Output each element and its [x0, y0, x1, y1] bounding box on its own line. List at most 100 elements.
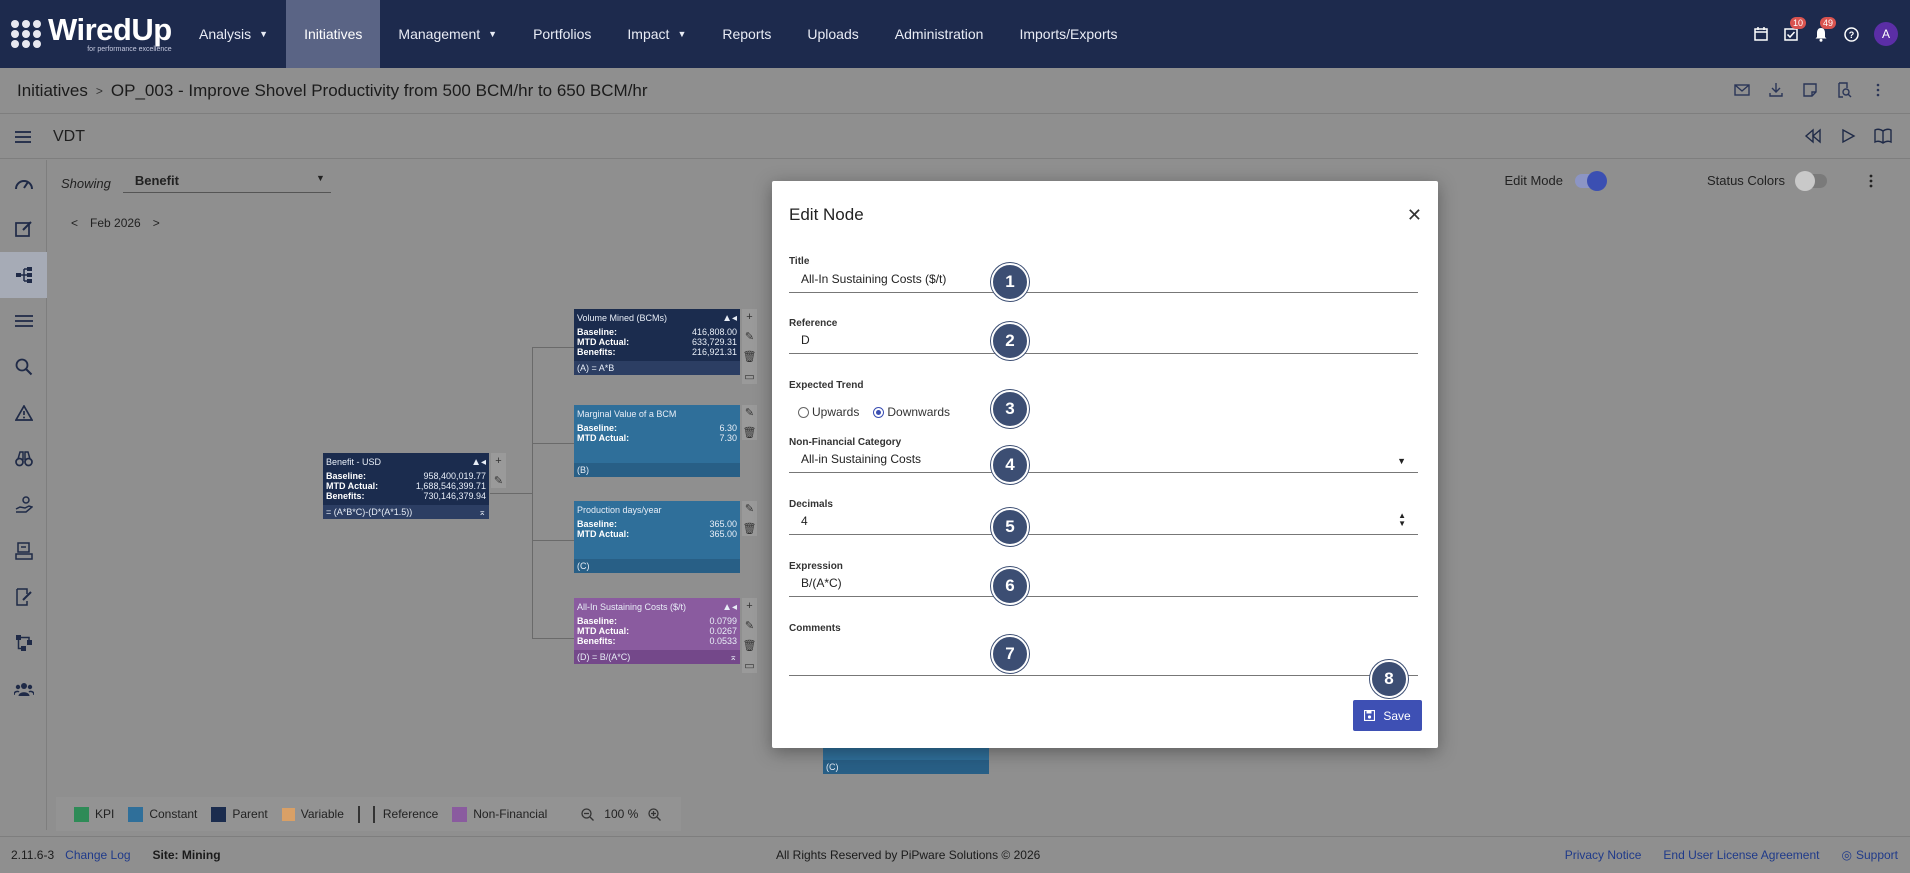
title-field[interactable]: All-In Sustaining Costs ($/t): [789, 271, 1418, 293]
status-colors-toggle[interactable]: Status Colors: [1707, 170, 1827, 191]
save-button[interactable]: Save: [1353, 700, 1422, 731]
logo-dots-icon: [11, 20, 42, 48]
sidebar-hand-coin-icon[interactable]: [0, 482, 47, 528]
trend-upwards-radio[interactable]: Upwards: [798, 405, 859, 419]
sidebar-signed-doc-icon[interactable]: [0, 574, 47, 620]
collapse-icon[interactable]: ⌅: [478, 507, 486, 518]
nav-administration[interactable]: Administration: [877, 0, 1002, 68]
tasks-icon[interactable]: 10: [1776, 0, 1807, 68]
period-navigator: < Feb 2026 >: [71, 216, 160, 230]
more-vertical-icon[interactable]: [1870, 82, 1886, 98]
showing-select[interactable]: Benefit ▼: [122, 173, 331, 193]
rewind-icon[interactable]: [1804, 128, 1822, 144]
zoom-out-icon[interactable]: [581, 807, 595, 821]
status-colors-switch[interactable]: [1795, 170, 1827, 191]
zoom-in-icon[interactable]: [648, 807, 662, 821]
sidebar-register-icon[interactable]: [0, 528, 47, 574]
nav-uploads[interactable]: Uploads: [789, 0, 876, 68]
sidebar-dashboard-icon[interactable]: [0, 160, 47, 206]
sidebar-edit-icon[interactable]: [0, 206, 47, 252]
delete-icon[interactable]: 🗑: [742, 521, 757, 536]
stepper-arrows-icon[interactable]: ▲ ▼: [1398, 512, 1406, 528]
book-icon[interactable]: ▭: [742, 658, 757, 673]
edit-icon[interactable]: ✎: [742, 405, 757, 420]
reference-field[interactable]: D: [789, 332, 1418, 354]
category-label: Non-Financial Category: [789, 437, 902, 448]
radio-circle[interactable]: [873, 406, 885, 418]
breadcrumb-root[interactable]: Initiatives: [17, 81, 88, 101]
chart-icon[interactable]: ▲◂: [471, 457, 486, 468]
node-volume-mined[interactable]: Volume Mined (BCMs) ▲◂ Baseline: 416,808.0…: [574, 309, 740, 375]
wiredup-logo[interactable]: WiredUp for performance excellence: [11, 0, 181, 68]
help-icon[interactable]: ?: [1836, 0, 1866, 68]
nav-impact[interactable]: Impact ▼: [609, 0, 704, 68]
comments-field[interactable]: [789, 646, 1418, 676]
tasks-badge: 10: [1790, 17, 1807, 29]
play-icon[interactable]: [1840, 128, 1856, 144]
category-select[interactable]: All-in Sustaining Costs ▼: [789, 451, 1418, 473]
expand-icon[interactable]: ⌅: [729, 652, 737, 663]
privacy-notice-link[interactable]: Privacy Notice: [1565, 848, 1642, 862]
nav-analysis[interactable]: Analysis ▼: [181, 0, 286, 68]
close-icon[interactable]: ✕: [1407, 205, 1422, 226]
edit-icon[interactable]: ✎: [742, 501, 757, 516]
add-icon[interactable]: +: [742, 598, 757, 613]
node-benefit[interactable]: Benefit - USD ▲◂ Baseline: 958,400,019.77 …: [323, 453, 489, 519]
chart-icon[interactable]: ▲◂: [722, 313, 737, 324]
book-icon[interactable]: ▭: [742, 369, 757, 384]
add-icon[interactable]: +: [742, 309, 757, 324]
hamburger-menu-icon[interactable]: [15, 130, 31, 144]
edit-icon[interactable]: ✎: [742, 329, 757, 344]
previous-period-icon[interactable]: <: [71, 216, 78, 230]
bell-icon[interactable]: 49: [1806, 0, 1837, 68]
decimals-stepper[interactable]: 4 ▲ ▼: [789, 512, 1418, 535]
calendar-icon[interactable]: [1746, 0, 1776, 68]
expression-field[interactable]: B/(A*C): [789, 575, 1418, 597]
chart-icon[interactable]: ▲◂: [722, 602, 737, 613]
edit-icon[interactable]: ✎: [742, 618, 757, 633]
change-log-link[interactable]: Change Log: [65, 848, 130, 862]
node-all-in-sustaining-costs[interactable]: All-In Sustaining Costs ($/t) ▲◂ Baseline…: [574, 598, 740, 664]
sidebar-warning-icon[interactable]: [0, 390, 47, 436]
sidebar-users-icon[interactable]: [0, 666, 47, 712]
note-icon[interactable]: [1802, 82, 1818, 98]
edit-mode-switch[interactable]: [1575, 170, 1607, 191]
caret-down-icon: ▼: [315, 173, 325, 183]
node-title: Benefit - USD: [326, 457, 382, 467]
email-icon[interactable]: [1734, 82, 1750, 98]
nav-portfolios[interactable]: Portfolios: [515, 0, 609, 68]
edit-icon[interactable]: ✎: [491, 473, 506, 488]
node-marginal-value[interactable]: Marginal Value of a BCM Baseline: 6.30 MT…: [574, 405, 740, 477]
expected-trend-radio-group: Upwards Downwards: [798, 405, 950, 419]
nav-reports[interactable]: Reports: [704, 0, 789, 68]
sidebar-list-icon[interactable]: [0, 298, 47, 344]
sidebar-tree-icon[interactable]: [0, 252, 47, 298]
delete-icon[interactable]: 🗑: [742, 349, 757, 364]
add-icon[interactable]: +: [491, 453, 506, 468]
edit-mode-toggle[interactable]: Edit Mode: [1504, 170, 1607, 191]
sidebar-search-icon[interactable]: [0, 344, 47, 390]
node-production-days[interactable]: Production days/year Baseline: 365.00 MTD…: [574, 501, 740, 573]
sidebar-flow-icon[interactable]: [0, 620, 47, 666]
delete-icon[interactable]: 🗑: [742, 638, 757, 653]
nav-imports-exports[interactable]: Imports/Exports: [1001, 0, 1135, 68]
download-icon[interactable]: [1768, 82, 1784, 98]
legend-label: Variable: [300, 807, 344, 821]
decimals-label: Decimals: [789, 499, 833, 510]
nav-management[interactable]: Management ▼: [380, 0, 515, 68]
trend-downwards-radio[interactable]: Downwards: [873, 405, 950, 419]
delete-icon[interactable]: 🗑: [742, 425, 757, 440]
book-icon[interactable]: [1874, 128, 1892, 144]
next-period-icon[interactable]: >: [153, 216, 160, 230]
step-marker-8: 8: [1370, 660, 1408, 698]
step-marker-5: 5: [991, 508, 1029, 546]
support-link[interactable]: ◎ Support: [1841, 848, 1898, 862]
radio-circle[interactable]: [798, 406, 809, 418]
sidebar-binoculars-icon[interactable]: [0, 436, 47, 482]
nav-initiatives[interactable]: Initiatives: [286, 0, 381, 68]
eula-link[interactable]: End User License Agreement: [1663, 848, 1819, 862]
baseline-value: 958,400,019.77: [423, 471, 486, 481]
more-vertical-icon[interactable]: [1868, 173, 1874, 189]
document-search-icon[interactable]: [1836, 82, 1852, 98]
user-avatar[interactable]: A: [1874, 22, 1898, 46]
